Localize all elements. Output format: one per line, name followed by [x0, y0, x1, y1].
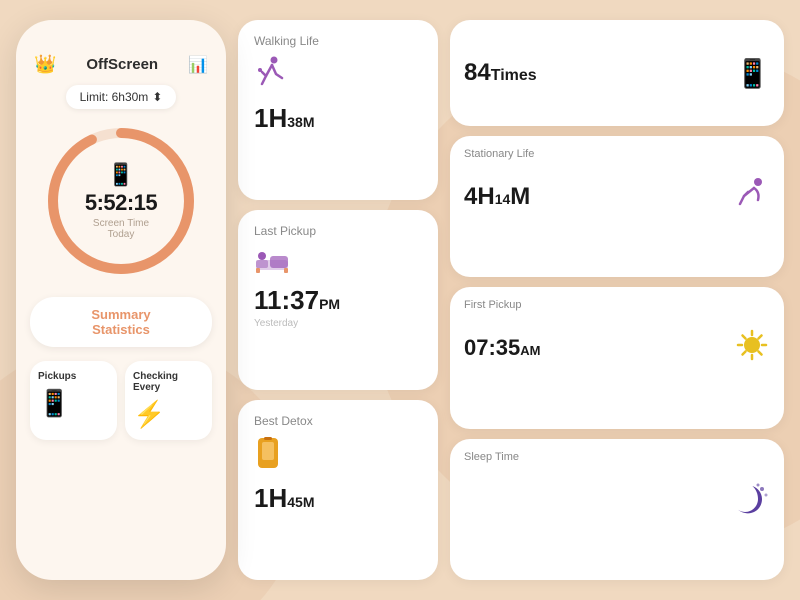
limit-label: Limit: 6h30m [80, 90, 149, 104]
pickups-card: Pickups 📱 [30, 361, 117, 440]
walking-icon [254, 56, 422, 99]
stationary-card: Stationary Life 4H14M [450, 136, 784, 277]
screen-time-value: 5:52:15 [85, 190, 157, 215]
limit-badge[interactable]: Limit: 6h30m ⬍ [66, 85, 177, 109]
best-detox-title: Best Detox [254, 414, 422, 428]
summary-statistics-button[interactable]: Summary Statistics [30, 297, 212, 347]
stationary-icon [734, 176, 770, 217]
last-pickup-sub: Yesterday [254, 318, 422, 329]
pickups-icon: 📱 [38, 388, 109, 419]
times-value: 84Times [464, 59, 537, 87]
app-title: OffScreen [86, 56, 158, 73]
times-card: 84Times 📱 [450, 20, 784, 126]
best-detox-card: Best Detox 1H45M [238, 400, 438, 580]
sleep-time-title: Sleep Time [464, 451, 519, 463]
limit-arrow: ⬍ [152, 90, 162, 104]
detox-icon [254, 436, 422, 479]
circle-center: 📱 5:52:15 Screen Time Today [81, 162, 161, 240]
phone-center-icon: 📱 [81, 162, 161, 188]
walking-life-value: 1H38M [254, 103, 422, 134]
right-column: 84Times 📱 Stationary Life 4H14M [450, 20, 784, 580]
sleep-time-card: Sleep Time [450, 439, 784, 580]
checking-every-card: Checking Every ⚡ [125, 361, 212, 440]
first-pickup-value: 07:35AM [464, 335, 724, 361]
last-pickup-value: 11:37PM [254, 285, 422, 316]
progress-circle: 📱 5:52:15 Screen Time Today [41, 121, 201, 281]
stationary-value: 4H14M [464, 183, 724, 211]
walking-life-card: Walking Life 1H38M [238, 20, 438, 200]
walking-life-title: Walking Life [254, 34, 422, 48]
sun-icon [734, 327, 770, 368]
bottom-cards: Pickups 📱 Checking Every ⚡ [30, 361, 212, 440]
phone-mockup: 👑 OffScreen 📊 Limit: 6h30m ⬍ 📱 5:52:15 S… [16, 20, 226, 580]
phone-notch [86, 20, 156, 40]
last-pickup-card: Last Pickup 11:37PM Yesterday [238, 210, 438, 390]
middle-column: Walking Life 1H38M Last Pickup [238, 20, 438, 580]
last-pickup-title: Last Pickup [254, 224, 422, 238]
phone-header: 👑 OffScreen 📊 [30, 54, 212, 75]
checking-icon: ⚡ [133, 399, 204, 430]
best-detox-value: 1H45M [254, 483, 422, 514]
bed-icon [254, 246, 422, 281]
moon-icon [730, 479, 770, 524]
phone-top-icon: 📱 [735, 57, 770, 90]
chart-icon: 📊 [188, 55, 208, 75]
stationary-title: Stationary Life [464, 148, 534, 160]
pickups-label: Pickups [38, 371, 109, 382]
first-pickup-title: First Pickup [464, 299, 521, 311]
checking-every-label: Checking Every [133, 371, 204, 393]
crown-icon: 👑 [34, 54, 56, 75]
screen-time-label: Screen Time Today [81, 218, 161, 240]
first-pickup-card: First Pickup 07:35AM [450, 287, 784, 428]
